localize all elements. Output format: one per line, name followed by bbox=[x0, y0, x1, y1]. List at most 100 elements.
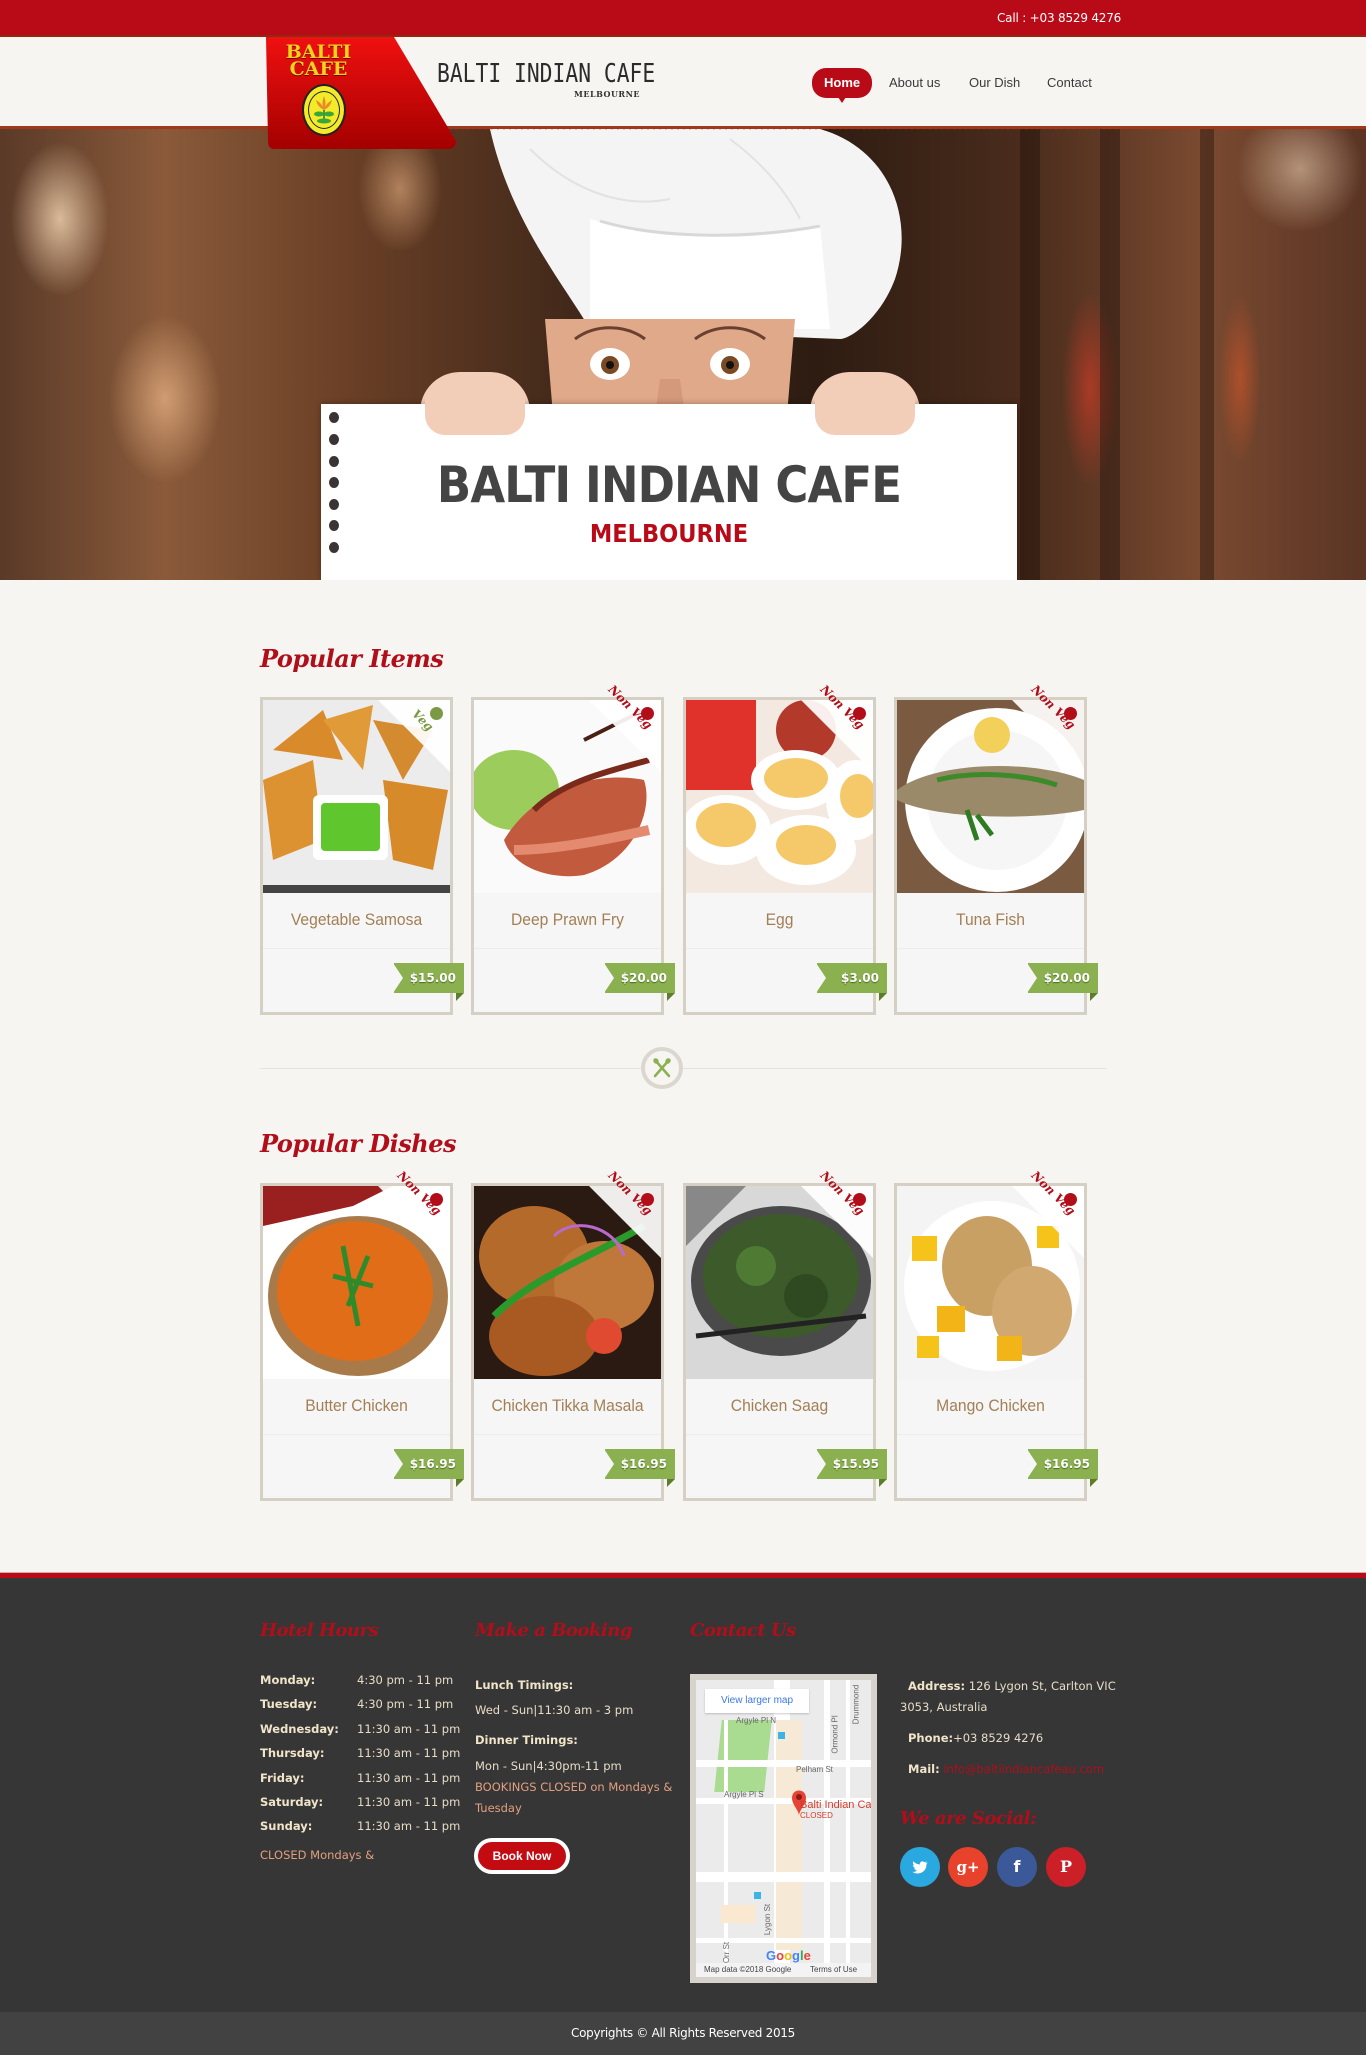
dish-name[interactable]: Vegetable Samosa bbox=[270, 910, 442, 930]
hours-time: 11:30 am - 11 pm bbox=[357, 1721, 461, 1736]
hours-day: Thursday: bbox=[260, 1746, 325, 1761]
card-separator bbox=[474, 1434, 661, 1435]
map-embed[interactable]: View larger map Argyle Pl N Argyle Pl S … bbox=[690, 1674, 877, 1983]
copyright-text: Copyrights © All Rights Reserved 2015 bbox=[571, 2026, 795, 2040]
site-subtitle: MELBOURNE bbox=[574, 89, 640, 99]
book-now-button[interactable]: Book Now bbox=[474, 1838, 570, 1874]
dinner-value: Mon - Sun|4:30pm-11 pm bbox=[475, 1759, 622, 1773]
lotus-emblem-icon bbox=[302, 84, 346, 136]
section-divider bbox=[260, 1068, 1106, 1069]
booking-closed-note-2: Tuesday bbox=[475, 1801, 522, 1815]
hotel-hours-title: Hotel Hours bbox=[260, 1620, 379, 1641]
nav-about-us[interactable]: About us bbox=[889, 68, 940, 98]
sign-hole bbox=[329, 412, 339, 423]
hero-bg-detail bbox=[1100, 129, 1120, 580]
menu-card[interactable]: Non Veg Deep Prawn Fry $20.00 bbox=[471, 682, 675, 1015]
fingers-left bbox=[425, 379, 525, 435]
menu-card[interactable]: Non Veg Egg $3.00 bbox=[683, 682, 887, 1015]
header-zigzag-border bbox=[0, 126, 1366, 132]
header bbox=[0, 37, 1366, 128]
map-street-label: Drummond bbox=[851, 1684, 861, 1725]
sign-hole bbox=[329, 456, 339, 467]
card-separator bbox=[263, 1434, 450, 1435]
card-separator bbox=[474, 948, 661, 949]
view-larger-map-link[interactable]: View larger map bbox=[705, 1689, 809, 1713]
hours-day: Saturday: bbox=[260, 1795, 324, 1809]
booking-title: Make a Booking bbox=[475, 1620, 632, 1641]
divider-badge bbox=[641, 1047, 683, 1089]
dish-name[interactable]: Mango Chicken bbox=[904, 1396, 1076, 1416]
map-street-label: Pelham St bbox=[796, 1765, 833, 1774]
hours-day: Friday: bbox=[260, 1770, 305, 1785]
site-title[interactable]: BALTI INDIAN CAFE bbox=[437, 59, 655, 89]
mail-line: Mail: info@baltiindiancafeau.com bbox=[908, 1762, 1104, 1776]
dish-name[interactable]: Butter Chicken bbox=[270, 1396, 442, 1416]
google-plus-icon[interactable]: g+ bbox=[948, 1847, 988, 1887]
menu-card[interactable]: Non Veg Mango Chicken $16.95 bbox=[894, 1168, 1098, 1501]
hero-subtitle: MELBOURNE bbox=[589, 519, 749, 548]
booking-closed-note: BOOKINGS CLOSED on Mondays & bbox=[475, 1780, 673, 1794]
sign-hole bbox=[329, 542, 339, 553]
lunch-label: Lunch Timings: bbox=[475, 1678, 574, 1692]
menu-card[interactable]: Non Veg Tuna Fish $20.00 bbox=[894, 682, 1098, 1015]
dish-name[interactable]: Chicken Saag bbox=[693, 1396, 865, 1416]
dish-name[interactable]: Egg bbox=[693, 910, 865, 930]
twitter-icon[interactable] bbox=[900, 1847, 940, 1887]
hours-day: Sunday: bbox=[260, 1819, 313, 1834]
hero-banner: BALTI INDIAN CAFE MELBOURNE bbox=[0, 129, 1366, 580]
hours-time: 4:30 pm - 11 pm bbox=[357, 1673, 454, 1687]
top-bar: Call : +03 8529 4276 bbox=[0, 0, 1366, 37]
chef-hat-image bbox=[490, 129, 902, 339]
fork-knife-icon bbox=[653, 1058, 671, 1078]
hero-sign: BALTI INDIAN CAFE MELBOURNE bbox=[321, 404, 1017, 580]
address-value: 126 Lygon St, Carlton VIC bbox=[968, 1679, 1116, 1693]
contact-title: Contact Us bbox=[690, 1620, 796, 1641]
lunch-value: Wed - Sun|11:30 am - 3 pm bbox=[475, 1703, 634, 1717]
google-logo: Google bbox=[766, 1948, 811, 1963]
price-tag: $16.95 bbox=[604, 1449, 675, 1487]
pinterest-icon[interactable]: P bbox=[1046, 1847, 1086, 1887]
dish-name[interactable]: Deep Prawn Fry bbox=[481, 910, 653, 930]
footer bbox=[0, 1578, 1366, 2012]
map-canvas[interactable]: View larger map Argyle Pl N Argyle Pl S … bbox=[696, 1680, 871, 1977]
logo[interactable]: BALTI CAFE bbox=[266, 37, 456, 149]
hours-day: Wednesday: bbox=[260, 1721, 339, 1736]
veg-dot-icon bbox=[430, 707, 443, 720]
price-tag: $15.95 bbox=[816, 1449, 887, 1487]
nav-contact[interactable]: Contact bbox=[1047, 68, 1092, 98]
hero-bg-detail bbox=[1020, 129, 1040, 580]
sign-hole bbox=[329, 520, 339, 531]
map-street-label: Orr St bbox=[722, 1941, 732, 1964]
copyright-bar: Copyrights © All Rights Reserved 2015 bbox=[0, 2012, 1366, 2055]
menu-card[interactable]: Non Veg Chicken Tikka Masala $16.95 bbox=[471, 1168, 675, 1501]
hours-day: Monday: bbox=[260, 1673, 316, 1687]
card-separator bbox=[897, 948, 1084, 949]
price-tag: $16.95 bbox=[1027, 1449, 1098, 1487]
map-street-label: Ormond Pl bbox=[830, 1715, 840, 1754]
map-street-label: Argyle Pl S bbox=[724, 1790, 764, 1799]
hours-day: Tuesday: bbox=[260, 1697, 318, 1712]
mail-link[interactable]: info@baltiindiancafeau.com bbox=[943, 1762, 1104, 1776]
nav-our-dish[interactable]: Our Dish bbox=[969, 68, 1020, 98]
address-line: Address: 126 Lygon St, Carlton VIC bbox=[908, 1679, 1116, 1693]
menu-card[interactable]: Non Veg Butter Chicken $16.95 bbox=[260, 1168, 464, 1501]
facebook-icon[interactable]: f bbox=[997, 1847, 1037, 1887]
fingers-right bbox=[815, 379, 915, 435]
menu-card[interactable]: Non Veg Chicken Saag $15.95 bbox=[683, 1168, 887, 1501]
dish-name[interactable]: Tuna Fish bbox=[904, 910, 1076, 930]
hours-time: 11:30 am - 11 pm bbox=[357, 1770, 461, 1785]
price-tag: $3.00 bbox=[816, 963, 887, 1001]
phone-line: Phone:+03 8529 4276 bbox=[908, 1731, 1043, 1745]
sign-hole bbox=[329, 499, 339, 510]
address-label: Address: bbox=[908, 1679, 966, 1693]
dish-name[interactable]: Chicken Tikka Masala bbox=[481, 1396, 653, 1416]
menu-card[interactable]: Veg Vegetable Samosa $15.00 bbox=[260, 697, 464, 1015]
phone-value[interactable]: +03 8529 4276 bbox=[953, 1731, 1043, 1745]
card-separator bbox=[897, 1434, 1084, 1435]
price-tag: $16.95 bbox=[393, 1449, 464, 1487]
call-phone-text[interactable]: Call : +03 8529 4276 bbox=[997, 11, 1121, 25]
nav-home[interactable]: Home bbox=[812, 68, 873, 103]
map-place-name[interactable]: Balti Indian Ca bbox=[800, 1799, 871, 1811]
hours-time: 4:30 pm - 11 pm bbox=[357, 1697, 454, 1712]
map-terms-link[interactable]: Terms of Use bbox=[810, 1965, 857, 1974]
